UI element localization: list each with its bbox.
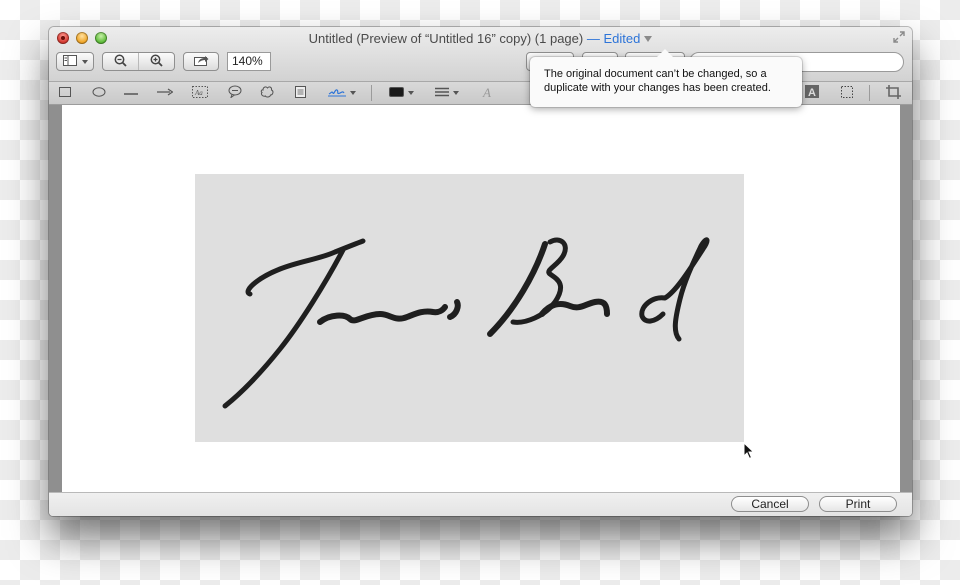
zoom-level-field[interactable]: 140% xyxy=(227,52,271,71)
arrow-tool[interactable] xyxy=(156,85,174,101)
fullscreen-icon[interactable] xyxy=(892,31,906,45)
sidebar-view-button[interactable] xyxy=(56,52,94,71)
text-box-tool[interactable]: Aa xyxy=(191,85,209,101)
print-dialog-footer: Cancel Print xyxy=(49,492,912,516)
window-title-text: Untitled (Preview of “Untitled 16” copy)… xyxy=(308,31,584,46)
line-tool[interactable] xyxy=(123,85,139,101)
popover-message-line-1: The original document can’t be changed, … xyxy=(544,68,767,80)
rectangle-icon xyxy=(59,86,71,100)
document-page xyxy=(62,105,900,493)
arrow-icon xyxy=(157,87,174,99)
signature-tool[interactable] xyxy=(326,85,358,101)
crop-icon xyxy=(885,84,901,102)
signature-image[interactable] xyxy=(195,174,744,442)
toolbar-divider xyxy=(869,85,870,101)
share-button[interactable] xyxy=(183,52,219,71)
speech-bubble-icon xyxy=(228,85,242,101)
sidebar-icon xyxy=(62,54,77,69)
edited-dropdown-icon[interactable] xyxy=(644,36,653,42)
window-title: Untitled (Preview of “Untitled 16” copy)… xyxy=(49,31,912,46)
color-swatch-icon xyxy=(388,86,404,100)
speech-bubble-tool[interactable] xyxy=(227,85,243,101)
rectangle-tool[interactable] xyxy=(58,85,72,101)
oval-tool[interactable] xyxy=(91,85,107,101)
text-style-tool[interactable]: A xyxy=(804,85,820,101)
chevron-down-icon xyxy=(350,91,356,95)
border-color-tool[interactable] xyxy=(386,85,416,101)
zoom-in-icon xyxy=(150,54,163,70)
thought-bubble-tool[interactable] xyxy=(259,85,275,101)
rectangular-selection-icon xyxy=(841,85,853,101)
zoom-control xyxy=(102,52,175,71)
font-tool[interactable]: A xyxy=(479,85,495,101)
signature-drawing xyxy=(222,237,710,409)
text-style-icon: A xyxy=(805,85,819,101)
cancel-button[interactable]: Cancel xyxy=(731,496,809,512)
popover-message-line-2: duplicate with your changes has been cre… xyxy=(544,82,771,94)
toolbar-divider xyxy=(371,85,372,101)
signature-icon xyxy=(328,87,346,100)
text-box-icon: Aa xyxy=(192,85,208,101)
svg-text:Aa: Aa xyxy=(194,89,203,97)
chevron-down-icon xyxy=(81,59,88,64)
document-area xyxy=(49,105,912,493)
font-icon: A xyxy=(483,85,491,100)
thought-bubble-icon xyxy=(260,85,274,101)
zoom-out-button[interactable] xyxy=(103,53,138,70)
line-style-tool[interactable] xyxy=(432,85,462,101)
zoom-in-button[interactable] xyxy=(138,53,174,70)
note-icon xyxy=(294,85,306,101)
chevron-down-icon xyxy=(453,91,459,95)
mouse-pointer-icon xyxy=(743,441,755,465)
note-tool[interactable] xyxy=(293,85,307,101)
share-icon xyxy=(193,54,209,69)
selection-tool[interactable] xyxy=(839,85,855,101)
chevron-down-icon xyxy=(407,91,414,95)
line-weight-icon xyxy=(435,87,449,100)
oval-icon xyxy=(92,86,106,100)
line-icon xyxy=(124,87,138,99)
crop-tool[interactable] xyxy=(884,84,902,102)
svg-text:A: A xyxy=(808,87,816,98)
edited-status[interactable]: — Edited xyxy=(587,31,640,46)
print-button[interactable]: Print xyxy=(819,496,897,512)
edited-info-popover: The original document can’t be changed, … xyxy=(530,49,802,107)
zoom-out-icon xyxy=(114,54,127,70)
